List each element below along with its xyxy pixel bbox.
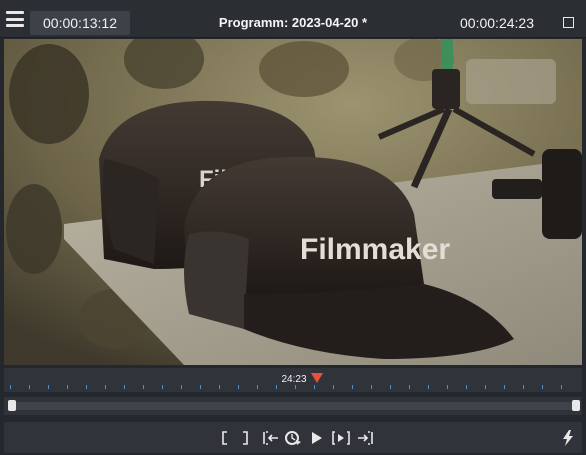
playhead-marker-icon[interactable] xyxy=(311,373,323,383)
bracket-close-icon[interactable] xyxy=(240,430,250,446)
ruler-tick xyxy=(105,385,106,389)
ruler-tick xyxy=(219,385,220,389)
ruler-tick xyxy=(466,385,467,389)
ruler-tick xyxy=(409,385,410,389)
ruler-tick xyxy=(314,385,315,389)
video-frame: Filmmaker Filmmaker xyxy=(4,39,582,365)
scrollbar-right-handle[interactable] xyxy=(572,400,580,411)
ruler-tick xyxy=(276,385,277,389)
ruler-tick xyxy=(371,385,372,389)
hamburger-menu-icon[interactable] xyxy=(6,11,24,27)
ruler-tick xyxy=(542,385,543,389)
ruler-tick xyxy=(447,385,448,389)
ruler-tick xyxy=(561,385,562,389)
ruler-tick xyxy=(162,385,163,389)
ruler-tick xyxy=(504,385,505,389)
ruler-tick xyxy=(428,385,429,389)
ruler-tick xyxy=(485,385,486,389)
step-forward-icon[interactable] xyxy=(332,430,350,446)
ruler-tick xyxy=(200,385,201,389)
loop-icon[interactable] xyxy=(284,430,302,446)
ruler-tick xyxy=(238,385,239,389)
ruler-tick xyxy=(48,385,49,389)
lightning-icon[interactable] xyxy=(562,430,574,446)
ruler-tick xyxy=(333,385,334,389)
ruler-tick xyxy=(523,385,524,389)
ruler-tick xyxy=(67,385,68,389)
ruler-tick xyxy=(295,385,296,389)
program-title: Programm: 2023-04-20 * xyxy=(218,15,368,30)
ruler-tick xyxy=(257,385,258,389)
transport-controls xyxy=(4,422,582,453)
square-window-icon[interactable] xyxy=(563,17,574,28)
ruler-tick xyxy=(352,385,353,389)
jump-to-in-icon[interactable] xyxy=(262,430,280,446)
ruler-tick xyxy=(143,385,144,389)
video-viewer: Filmmaker Filmmaker xyxy=(4,39,582,365)
front-cap-text: Filmmaker xyxy=(300,233,450,266)
ruler-tick xyxy=(181,385,182,389)
ruler-tick xyxy=(29,385,30,389)
play-icon[interactable] xyxy=(310,430,324,446)
duration-timecode: 00:00:24:23 xyxy=(460,15,534,31)
ruler-tick xyxy=(10,385,11,389)
timeline-scrollbar[interactable] xyxy=(8,402,578,410)
bracket-open-icon[interactable] xyxy=(220,430,230,446)
jump-to-out-icon[interactable] xyxy=(356,430,374,446)
top-bar: 00:00:13:12 Programm: 2023-04-20 * 00:00… xyxy=(0,0,586,38)
current-timecode[interactable]: 00:00:13:12 xyxy=(30,11,130,35)
ruler-tick xyxy=(390,385,391,389)
ruler-tick xyxy=(124,385,125,389)
scrollbar-left-handle[interactable] xyxy=(8,400,16,411)
ruler-tick xyxy=(86,385,87,389)
timeline-ruler[interactable]: 24:23 xyxy=(4,368,582,392)
